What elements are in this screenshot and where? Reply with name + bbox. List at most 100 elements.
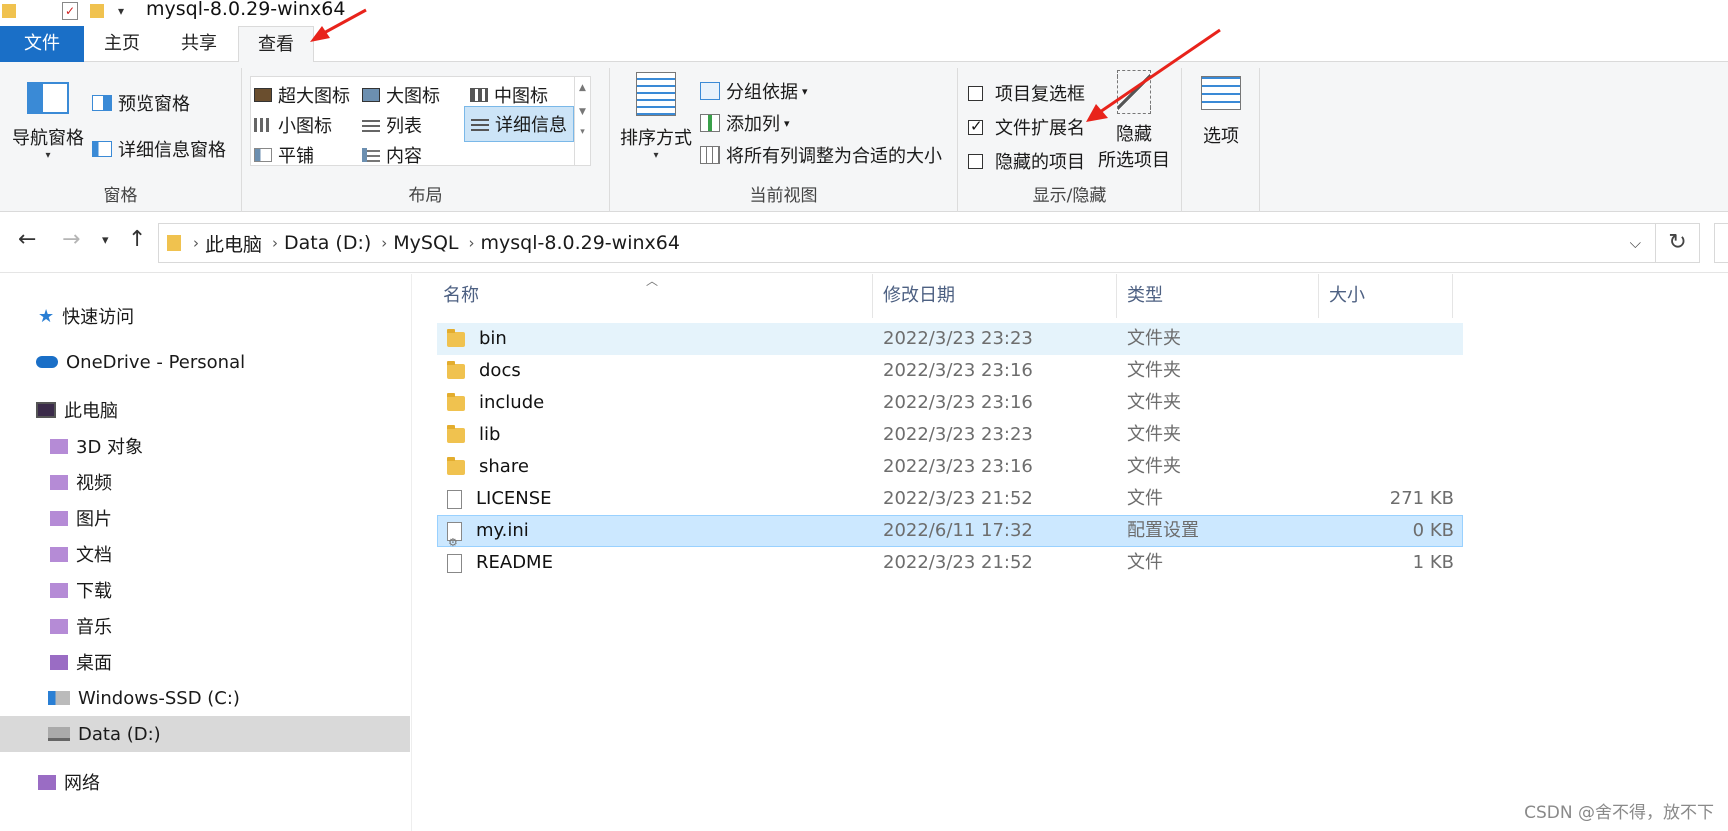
column-header-date[interactable]: 修改日期	[873, 274, 1117, 318]
back-arrow-icon[interactable]: ←	[18, 227, 36, 252]
nav-pane-button[interactable]: 导航窗格 ▾	[6, 82, 90, 161]
file-name: README	[476, 552, 553, 573]
layout-list[interactable]: 列表	[362, 112, 422, 138]
address-dropdown-chevron-icon[interactable]: ⌵	[1630, 234, 1641, 252]
layout-content[interactable]: 内容	[362, 142, 422, 168]
file-name: share	[479, 456, 529, 477]
file-size: 1 KB	[1412, 552, 1454, 573]
file-extensions-option[interactable]: 文件扩展名	[968, 114, 1085, 140]
file-row-my-ini[interactable]: my.ini 2022/6/11 17:32 配置设置 0 KB	[437, 515, 1463, 559]
hidden-items-option[interactable]: 隐藏的项目	[968, 148, 1085, 174]
nav-data-d[interactable]: Data (D:)	[0, 716, 410, 752]
refresh-icon[interactable]: ↻	[1656, 223, 1700, 263]
forward-arrow-icon[interactable]: →	[62, 227, 80, 252]
recent-locations-chevron-icon[interactable]: ▾	[102, 233, 109, 248]
file-row-license[interactable]: LICENSE 2022/3/23 21:52 文件 271 KB	[437, 483, 1463, 515]
file-size: 0 KB	[1412, 520, 1454, 541]
file-row-docs[interactable]: docs 2022/3/23 23:16 文件夹	[437, 355, 1463, 387]
options-button[interactable]: 选项	[1186, 76, 1256, 148]
nav-downloads[interactable]: 下载	[0, 572, 410, 608]
nav-windows-ssd-c[interactable]: Windows-SSD (C:)	[0, 680, 410, 716]
item-checkboxes-checkbox[interactable]	[968, 85, 983, 101]
title-bar: ✓ ▾ mysql-8.0.29-winx64	[0, 0, 1728, 26]
breadcrumb-separator-icon: ›	[193, 234, 199, 252]
nav-videos[interactable]: 视频	[0, 464, 410, 500]
ribbon-group-pane: 导航窗格 ▾ 预览窗格 详细信息窗格 窗格	[0, 68, 242, 212]
desktop-folder-icon	[50, 654, 68, 670]
file-date: 2022/3/23 23:16	[883, 456, 1033, 477]
options-icon	[1201, 76, 1241, 110]
up-arrow-icon[interactable]: ↑	[128, 227, 146, 252]
file-type: 文件	[1127, 488, 1163, 509]
file-size	[1317, 323, 1454, 355]
file-type: 文件	[1127, 552, 1163, 573]
properties-icon[interactable]: ✓	[62, 2, 78, 20]
address-field[interactable]: › 此电脑 › Data (D:) › MySQL › mysql-8.0.29…	[158, 223, 1656, 263]
breadcrumb-this-pc[interactable]: 此电脑	[205, 230, 262, 257]
item-checkboxes-option[interactable]: 项目复选框	[968, 80, 1085, 106]
file-row-share[interactable]: share 2022/3/23 23:16 文件夹	[437, 451, 1463, 483]
window-title: mysql-8.0.29-winx64	[146, 0, 346, 20]
add-columns-button[interactable]: 添加列 ▾	[700, 110, 790, 136]
layout-details[interactable]: 详细信息	[464, 106, 574, 142]
nav-pictures[interactable]: 图片	[0, 500, 410, 536]
file-extensions-checkbox[interactable]	[968, 117, 983, 135]
new-folder-icon[interactable]	[90, 4, 104, 18]
ribbon-group-label: 布局	[408, 186, 443, 206]
layout-medium-icons[interactable]: 中图标	[470, 82, 548, 108]
layout-small-icons[interactable]: 小图标	[254, 112, 332, 138]
downloads-folder-icon	[50, 582, 68, 598]
tab-view[interactable]: 查看	[238, 26, 314, 63]
nav-desktop[interactable]: 桌面	[0, 644, 410, 680]
drive-d-icon	[48, 727, 70, 741]
tab-home[interactable]: 主页	[84, 26, 160, 62]
file-name: docs	[479, 360, 521, 381]
file-row-lib[interactable]: lib 2022/3/23 23:23 文件夹	[437, 419, 1463, 451]
layout-extra-large-icons[interactable]: 超大图标	[254, 82, 350, 108]
folder-icon	[447, 456, 465, 475]
preview-pane-button[interactable]: 预览窗格	[92, 90, 190, 116]
tab-share[interactable]: 共享	[160, 26, 238, 62]
nav-quick-access[interactable]: ★ 快速访问	[0, 298, 410, 334]
file-type: 文件夹	[1127, 456, 1181, 477]
sort-by-button[interactable]: 排序方式 ▾	[616, 72, 696, 161]
breadcrumb-mysql[interactable]: MySQL	[393, 232, 458, 254]
file-date: 2022/3/23 23:16	[883, 360, 1033, 381]
details-pane-button[interactable]: 详细信息窗格	[92, 136, 226, 162]
ribbon-tabs: 文件 主页 共享 查看	[0, 26, 1728, 63]
tab-file[interactable]: 文件	[0, 26, 84, 62]
layout-large-icons[interactable]: 大图标	[362, 82, 440, 108]
file-type: 文件夹	[1127, 392, 1181, 413]
file-row-bin[interactable]: bin 2022/3/23 23:23 文件夹	[437, 323, 1463, 355]
file-row-include[interactable]: include 2022/3/23 23:16 文件夹	[437, 387, 1463, 419]
breadcrumb-mysql-folder[interactable]: mysql-8.0.29-winx64	[481, 232, 680, 254]
breadcrumb-data-d[interactable]: Data (D:)	[284, 232, 371, 254]
file-name: my.ini	[476, 520, 529, 541]
chevron-down-icon[interactable]: ▾	[118, 4, 124, 18]
ribbon-group-options: 选项	[1182, 68, 1260, 212]
preview-pane-icon	[92, 95, 112, 111]
nav-this-pc[interactable]: 此电脑	[0, 392, 410, 428]
hide-selected-button[interactable]: 隐藏 所选项目	[1092, 70, 1176, 172]
hidden-items-checkbox[interactable]	[968, 153, 983, 169]
nav-documents[interactable]: 文档	[0, 536, 410, 572]
layout-gallery-scroll[interactable]: ▲ ▼ ▾	[575, 76, 591, 166]
nav-network[interactable]: 网络	[0, 764, 410, 800]
column-header-name[interactable]: 名称	[433, 274, 873, 318]
group-by-button[interactable]: 分组依据 ▾	[700, 78, 808, 104]
file-row-readme[interactable]: README 2022/3/23 21:52 文件 1 KB	[437, 547, 1463, 579]
3d-objects-icon	[50, 438, 68, 454]
chevron-down-icon: ▾	[45, 150, 51, 161]
network-icon	[38, 774, 56, 790]
file-name: bin	[479, 328, 507, 349]
nav-music[interactable]: 音乐	[0, 608, 410, 644]
layout-tiles[interactable]: 平铺	[254, 142, 314, 168]
search-input[interactable]	[1714, 223, 1728, 263]
size-all-columns-button[interactable]: 将所有列调整为合适的大小	[700, 142, 942, 168]
nav-onedrive[interactable]: OneDrive - Personal	[0, 344, 410, 380]
column-header-size[interactable]: 大小	[1319, 274, 1453, 318]
nav-pane-icon	[27, 82, 69, 114]
column-header-type[interactable]: 类型	[1117, 274, 1319, 318]
nav-3d-objects[interactable]: 3D 对象	[0, 428, 410, 464]
videos-folder-icon	[50, 474, 68, 490]
